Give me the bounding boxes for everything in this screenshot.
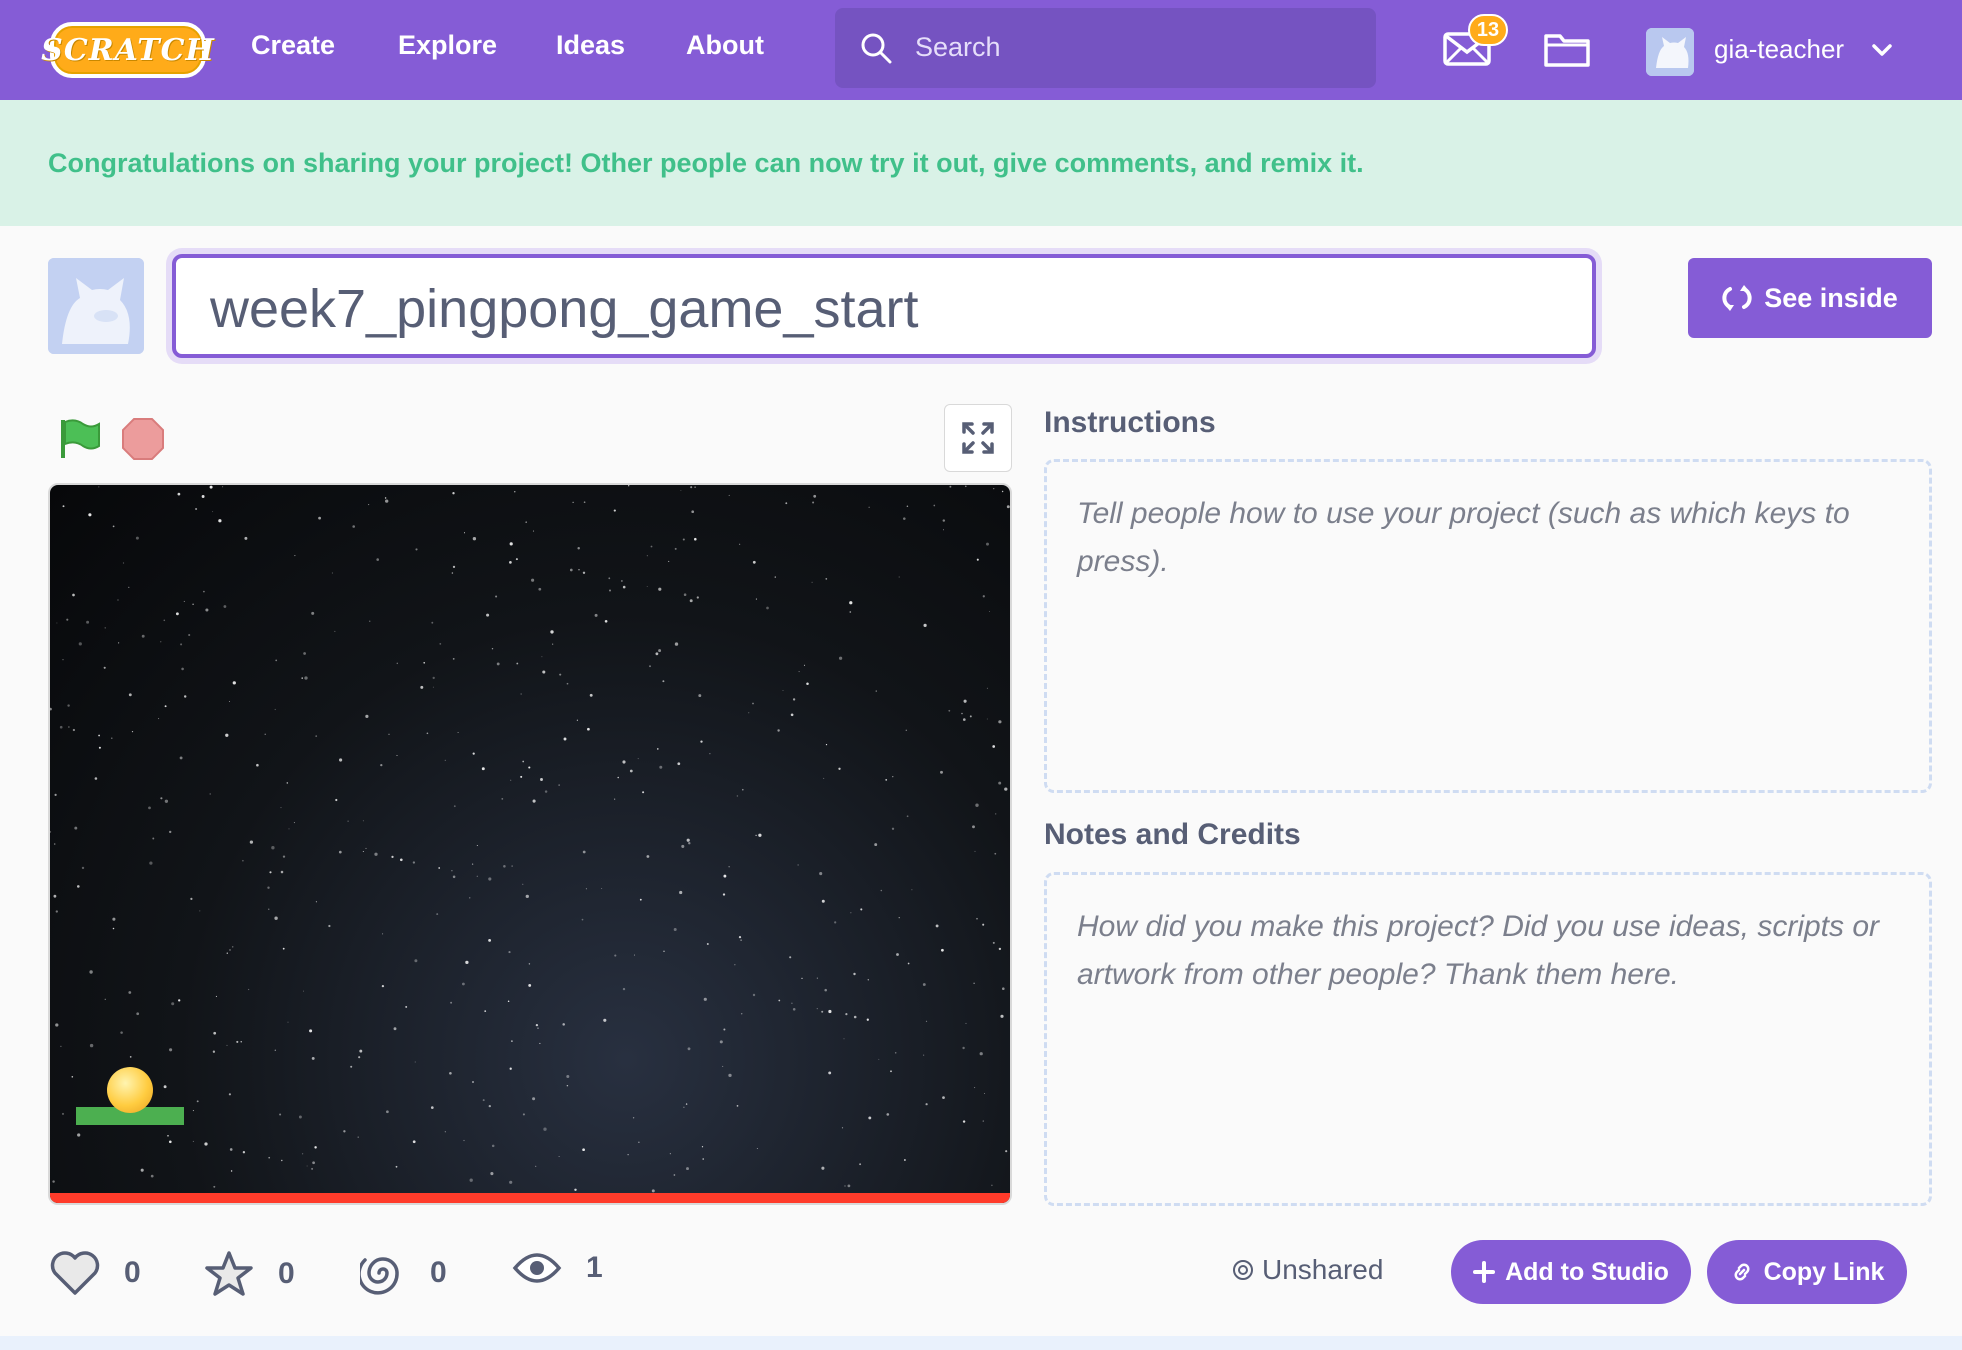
project-title-input[interactable]: week7_pingpong_game_start [172, 254, 1596, 358]
folder-icon[interactable] [1543, 28, 1591, 68]
see-inside-button[interactable]: See inside [1688, 258, 1932, 338]
add-to-studio-button[interactable]: Add to Studio [1451, 1240, 1691, 1304]
fullscreen-icon [962, 422, 994, 454]
banner-text: Congratulations on sharing your project!… [48, 148, 1364, 178]
green-flag-icon[interactable] [58, 416, 102, 460]
user-avatar[interactable] [1646, 28, 1694, 76]
project-stage[interactable] [48, 483, 1012, 1205]
link-icon [1734, 1263, 1750, 1281]
nav-about[interactable]: About [686, 30, 764, 61]
chevron-down-icon[interactable] [1870, 38, 1894, 62]
instructions-heading: Instructions [1044, 406, 1216, 439]
remix-icon [1722, 285, 1752, 311]
see-inside-label: See inside [1764, 282, 1898, 313]
heart-icon [50, 1251, 100, 1295]
nav-create[interactable]: Create [251, 30, 335, 61]
search-placeholder: Search [915, 32, 1001, 62]
instructions-textarea[interactable]: Tell people how to use your project (suc… [1044, 459, 1932, 793]
love-stat[interactable]: 0 [50, 1250, 141, 1296]
favorite-stat[interactable]: 0 [204, 1250, 295, 1298]
username[interactable]: gia-teacher [1714, 34, 1844, 65]
scratch-logo[interactable]: SCRATCH [41, 22, 214, 78]
star-icon [205, 1251, 253, 1296]
swirl-icon [360, 1257, 399, 1295]
search-icon [861, 33, 892, 64]
remix-stat: 0 [360, 1250, 447, 1296]
search-input[interactable]: Search [835, 8, 1376, 88]
ball-sprite [107, 1067, 153, 1113]
plus-icon [1473, 1261, 1496, 1283]
notes-heading: Notes and Credits [1044, 818, 1301, 851]
red-floor-line [50, 1193, 1010, 1203]
notes-textarea[interactable]: How did you make this project? Did you u… [1044, 872, 1932, 1206]
navbar: SCRATCH Create Explore Ideas About Searc… [0, 0, 1962, 100]
fullscreen-button[interactable] [944, 404, 1012, 472]
share-success-banner: Congratulations on sharing your project!… [0, 100, 1962, 226]
share-status: Unshared [1232, 1254, 1383, 1286]
project-author-avatar[interactable] [48, 258, 144, 354]
views-stat: 1 [512, 1250, 603, 1286]
unshared-status-icon [1233, 1260, 1253, 1280]
copy-link-button[interactable]: Copy Link [1707, 1240, 1907, 1304]
page-bottom-strip [0, 1336, 1962, 1350]
starfield [50, 485, 1010, 1198]
nav-explore[interactable]: Explore [398, 30, 497, 61]
stop-icon[interactable] [121, 417, 165, 461]
nav-ideas[interactable]: Ideas [556, 30, 625, 61]
messages-count-badge: 13 [1468, 14, 1508, 46]
eye-icon [512, 1253, 562, 1283]
